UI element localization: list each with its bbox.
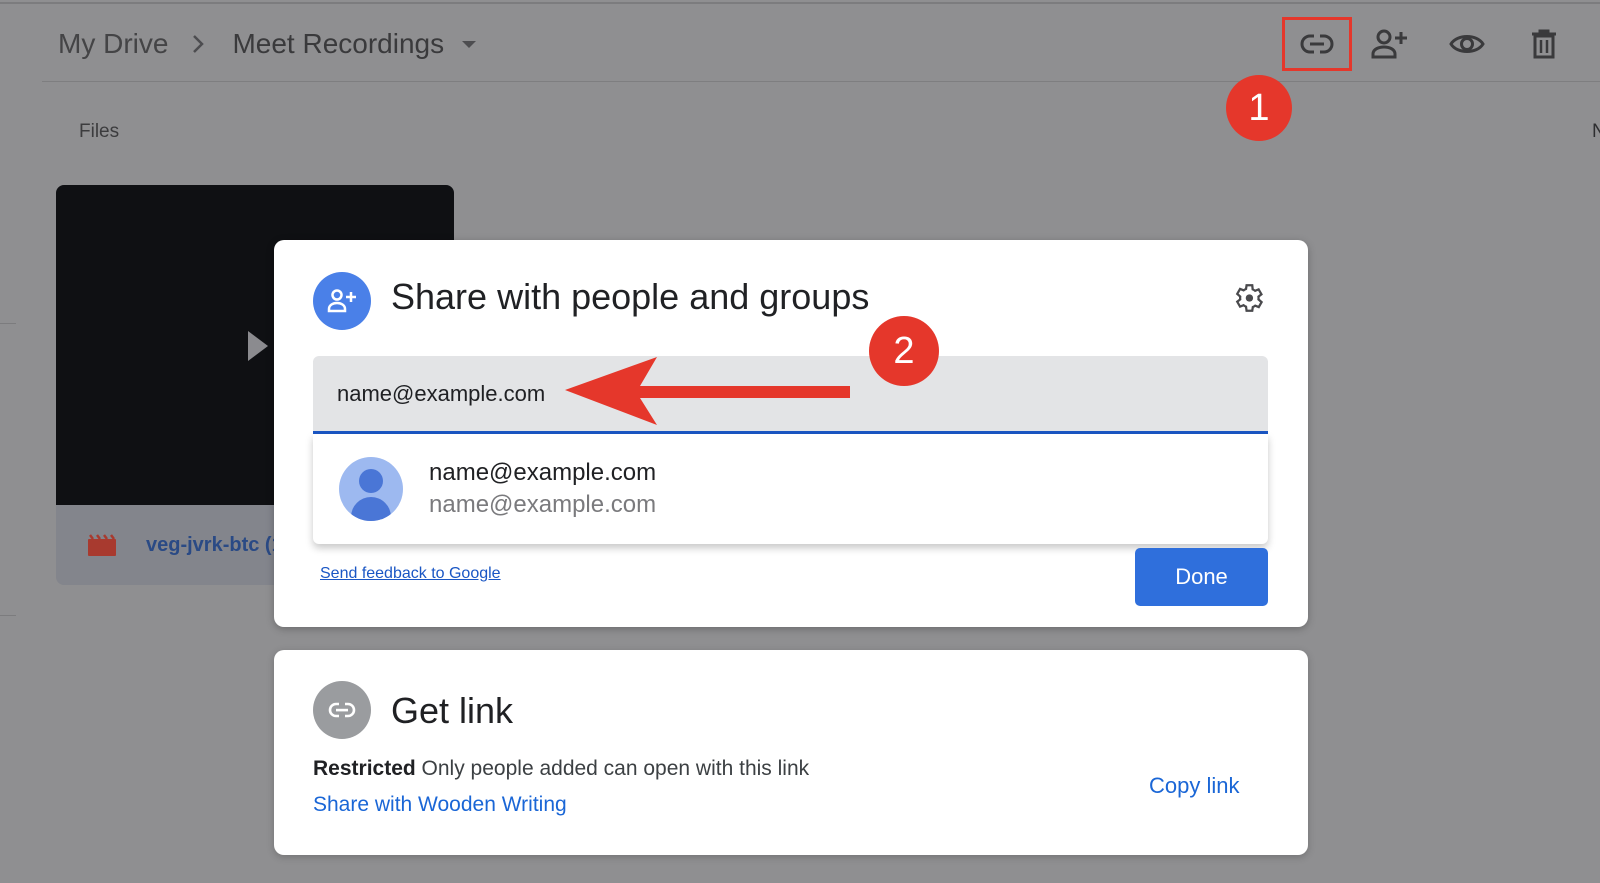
- movie-clapper-icon: [88, 534, 116, 556]
- eye-icon: [1449, 35, 1485, 53]
- step2-badge: 2: [869, 316, 939, 386]
- remove-button[interactable]: [1522, 22, 1566, 66]
- share-with-org-link[interactable]: Share with Wooden Writing: [313, 793, 567, 817]
- trash-icon: [1532, 29, 1556, 59]
- share-dialog-title: Share with people and groups: [391, 276, 870, 317]
- header-divider: [42, 81, 1600, 82]
- breadcrumb-current-folder[interactable]: Meet Recordings: [232, 28, 444, 60]
- share-people-avatar: [313, 272, 371, 330]
- get-link-card: Get link Restricted Only people added ca…: [274, 650, 1308, 855]
- sharing-settings-button[interactable]: [1228, 278, 1268, 318]
- sidebar-divider: [0, 615, 16, 616]
- annotation-arrow: [565, 357, 850, 425]
- get-link-avatar: [313, 681, 371, 739]
- done-button[interactable]: Done: [1135, 548, 1268, 606]
- window-top-edge: [0, 2, 1600, 4]
- breadcrumb-my-drive[interactable]: My Drive: [58, 28, 168, 60]
- copy-link-button[interactable]: Copy link: [1149, 773, 1239, 799]
- share-button[interactable]: [1368, 22, 1412, 66]
- access-description: Only people added can open with this lin…: [421, 757, 810, 780]
- share-dialog: Share with people and groups name@exampl…: [274, 240, 1308, 627]
- access-level[interactable]: Restricted: [313, 757, 416, 780]
- step1-badge: 1: [1226, 75, 1292, 141]
- suggestion-name: name@example.com: [429, 459, 657, 486]
- person-add-icon: [327, 289, 356, 313]
- caret-down-icon[interactable]: [462, 40, 477, 48]
- contact-suggestion[interactable]: name@example.com name@example.com: [313, 434, 1268, 544]
- sidebar-divider: [0, 323, 16, 324]
- breadcrumb: My Drive Meet Recordings: [58, 24, 477, 64]
- play-icon: [248, 331, 268, 361]
- gear-icon: [1235, 284, 1264, 312]
- send-feedback-link[interactable]: Send feedback to Google: [320, 565, 501, 583]
- sort-name-header[interactable]: N: [1592, 121, 1600, 143]
- person-add-icon: [1371, 29, 1407, 59]
- step1-highlight-box: [1282, 17, 1352, 71]
- files-section-label: Files: [79, 121, 120, 142]
- get-link-title: Get link: [391, 690, 514, 731]
- link-icon: [328, 702, 356, 718]
- link-access-description: Restricted Only people added can open wi…: [313, 757, 809, 781]
- suggestion-email: name@example.com: [429, 491, 657, 518]
- file-name: veg-jvrk-btc (1: [146, 533, 283, 556]
- chevron-right-icon: [192, 33, 206, 55]
- avatar: [339, 457, 403, 521]
- preview-button[interactable]: [1445, 22, 1489, 66]
